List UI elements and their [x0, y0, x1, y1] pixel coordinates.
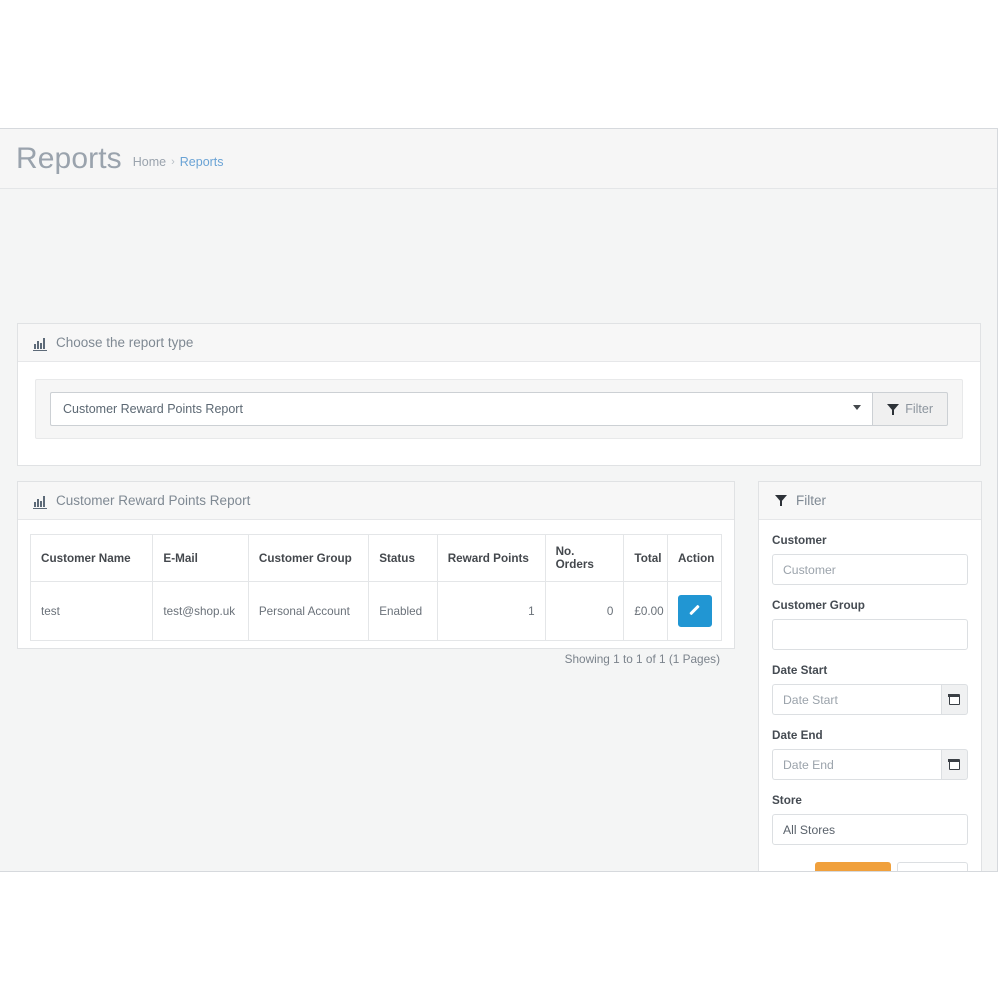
cell-no-orders: 0 — [544, 581, 625, 641]
breadcrumb-reports[interactable]: Reports — [180, 155, 224, 169]
column-header-action: Action — [666, 534, 723, 582]
date-end-calendar-button[interactable] — [940, 749, 968, 780]
filter-panel: Filter Customer Customer Group Date Star… — [758, 481, 982, 872]
calendar-icon — [948, 693, 960, 705]
calendar-icon — [948, 758, 960, 770]
edit-row-button[interactable] — [677, 595, 712, 627]
report-type-select[interactable]: Customer Reward Points Report — [50, 392, 873, 426]
breadcrumb-home[interactable]: Home — [133, 155, 166, 169]
date-start-calendar-button[interactable] — [940, 684, 968, 715]
filter-group-date-start: Date Start — [772, 664, 968, 715]
label-customer: Customer — [772, 534, 827, 547]
report-results-panel-header: Customer Reward Points Report — [18, 482, 734, 520]
filter-group-customer: Customer — [772, 534, 968, 585]
report-type-filter-button[interactable]: Filter — [872, 392, 948, 426]
report-type-panel-title: Choose the report type — [56, 335, 194, 350]
column-header-email: E-Mail — [152, 534, 249, 582]
customer-input[interactable] — [772, 554, 968, 585]
column-header-total: Total — [623, 534, 668, 582]
pencil-icon — [689, 605, 701, 617]
report-table-wrap: Customer Name E-Mail Customer Group Stat… — [18, 520, 734, 641]
report-table: Customer Name E-Mail Customer Group Stat… — [29, 534, 723, 641]
filter-submit-label: Filter — [928, 871, 955, 872]
date-start-input[interactable] — [772, 684, 941, 715]
cell-status: Enabled — [368, 581, 438, 641]
column-header-customer-group: Customer Group — [247, 534, 370, 582]
store-select[interactable] — [772, 814, 968, 845]
bar-chart-icon — [33, 495, 47, 509]
customer-group-input[interactable] — [772, 619, 968, 650]
filter-panel-header: Filter — [759, 482, 981, 520]
filter-group-date-end: Date End — [772, 729, 968, 780]
date-end-input[interactable] — [772, 749, 941, 780]
label-store: Store — [772, 794, 802, 807]
table-header-row: Customer Name E-Mail Customer Group Stat… — [29, 534, 723, 582]
cell-customer-name: test — [29, 581, 154, 641]
report-type-panel-header: Choose the report type — [18, 324, 980, 362]
page-title: Reports — [16, 141, 122, 175]
date-start-input-group — [772, 684, 968, 715]
column-header-reward-points: Reward Points — [436, 534, 546, 582]
column-header-customer-name: Customer Name — [29, 534, 154, 582]
column-header-status: Status — [368, 534, 438, 582]
funnel-icon — [887, 403, 900, 415]
label-date-end: Date End — [772, 729, 823, 742]
table-row: test test@shop.uk Personal Account Enabl… — [29, 581, 723, 641]
column-header-no-orders: No. Orders — [544, 534, 625, 582]
filter-panel-title: Filter — [796, 493, 826, 508]
funnel-icon — [775, 495, 787, 506]
breadcrumb-separator: › — [171, 155, 175, 168]
report-type-panel: Choose the report type Customer Reward P… — [17, 323, 981, 466]
report-results-panel: Customer Reward Points Report Customer N… — [17, 481, 735, 666]
cell-reward-points: 1 — [436, 581, 546, 641]
filter-submit-button[interactable]: Filter — [896, 862, 968, 872]
bar-chart-icon — [33, 337, 47, 351]
page-header: Reports Home › Reports — [0, 129, 997, 189]
export-label: Export — [844, 871, 879, 872]
filter-group-store: Store — [772, 794, 968, 845]
breadcrumb: Home › Reports — [133, 149, 224, 169]
report-type-select-wrap: Customer Reward Points Report — [50, 392, 873, 426]
label-date-start: Date Start — [772, 664, 828, 677]
cell-total: £0.00 — [623, 581, 668, 641]
report-table-body: test test@shop.uk Personal Account Enabl… — [29, 581, 723, 641]
report-type-well: Customer Reward Points Report Filter — [35, 379, 963, 439]
label-customer-group: Customer Group — [772, 599, 865, 612]
cell-email: test@shop.uk — [152, 581, 249, 641]
table-pagination-info: Showing 1 to 1 of 1 (1 Pages) — [564, 652, 720, 666]
filter-group-customer-group: Customer Group — [772, 599, 968, 650]
date-end-input-group — [772, 749, 968, 780]
filter-panel-body: Customer Customer Group Date Start Date … — [759, 520, 981, 872]
cell-action — [666, 581, 723, 641]
report-results-panel-title: Customer Reward Points Report — [56, 493, 251, 508]
filter-actions: Export Filter — [772, 859, 968, 872]
page-container: Reports Home › Reports Choose the report… — [0, 128, 998, 872]
cell-customer-group: Personal Account — [247, 581, 370, 641]
report-type-filter-label: Filter — [905, 402, 933, 416]
export-button[interactable]: Export — [814, 862, 891, 872]
report-type-body: Customer Reward Points Report Filter — [18, 362, 980, 456]
report-table-head: Customer Name E-Mail Customer Group Stat… — [29, 534, 723, 582]
